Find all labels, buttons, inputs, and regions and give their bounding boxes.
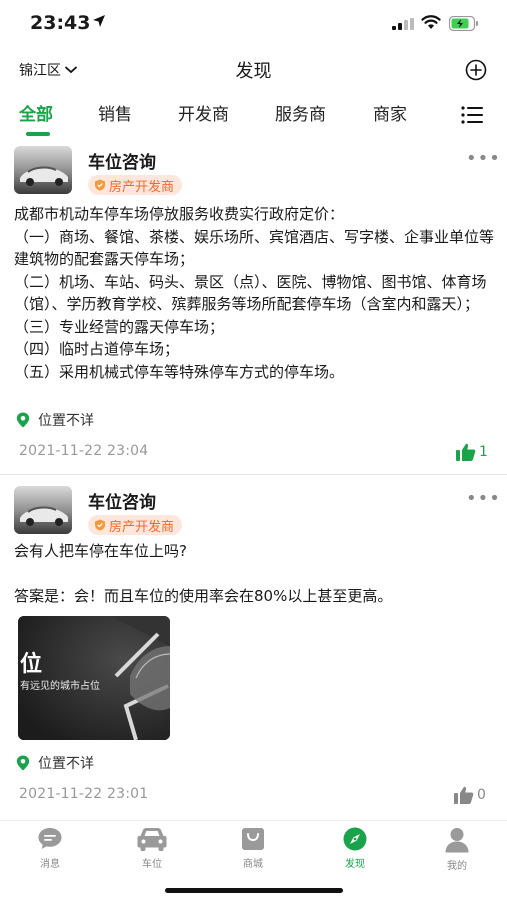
tab-merchant[interactable]: 商家	[373, 100, 407, 125]
category-tabs: 全部 销售 开发商 服务商 商家	[0, 96, 507, 140]
battery-icon	[449, 16, 478, 31]
shield-icon	[95, 519, 105, 531]
bottom-tab-mall[interactable]: 商城	[223, 827, 283, 870]
location-text: 位置不详	[38, 756, 94, 772]
status-time: 23:43	[30, 12, 91, 34]
list-menu-icon[interactable]	[461, 106, 483, 124]
shield-icon	[95, 179, 105, 191]
post-divider	[0, 474, 507, 475]
tab-all[interactable]: 全部	[19, 100, 53, 125]
post-timestamp: 2021-11-22 23:04	[19, 443, 149, 459]
wifi-icon	[421, 15, 441, 29]
bottom-tab-parking[interactable]: 车位	[122, 827, 182, 870]
page-title: 发现	[235, 61, 272, 82]
bottom-tab-label: 消息	[40, 859, 60, 870]
car-icon	[137, 828, 167, 851]
avatar[interactable]	[14, 486, 72, 534]
location-arrow-icon	[93, 15, 105, 27]
compass-icon	[343, 827, 367, 851]
author-name[interactable]: 车位咨询	[88, 148, 156, 173]
bottom-tab-label: 商城	[243, 859, 263, 870]
role-badge: 房产开发商	[88, 175, 183, 195]
message-icon	[38, 828, 62, 849]
post-content: 成都市机动车停车场停放服务收费实行政府定价： （一）商场、餐馆、茶楼、娱乐场所、…	[14, 205, 495, 381]
post-location: 位置不详	[16, 410, 94, 430]
shopping-bag-icon	[242, 828, 264, 850]
bottom-tab-messages[interactable]: 消息	[20, 827, 80, 870]
status-bar: 23:43	[0, 0, 507, 48]
tab-service-provider[interactable]: 服务商	[275, 100, 326, 125]
like-count: 1	[479, 444, 488, 460]
bottom-tab-label: 发现	[345, 859, 365, 870]
bottom-tab-label: 我的	[447, 861, 467, 872]
role-badge: 房产开发商	[88, 515, 183, 535]
image-caption-small: 有远见的城市占位	[20, 681, 100, 692]
location-pin-icon	[16, 755, 30, 771]
tab-sales[interactable]: 销售	[98, 100, 132, 125]
more-options-icon[interactable]: •••	[466, 488, 501, 509]
role-badge-label: 房产开发商	[109, 519, 175, 535]
post-content: 会有人把车停在车位上吗? 答案是：会！而且车位的使用率会在80%以上甚至更高。	[14, 542, 393, 605]
tab-developer[interactable]: 开发商	[178, 100, 229, 125]
home-indicator	[165, 888, 343, 893]
like-button[interactable]: 0	[454, 786, 486, 804]
thumbs-up-icon	[456, 443, 476, 461]
add-circle-icon[interactable]	[465, 59, 487, 81]
more-options-icon[interactable]: •••	[466, 148, 501, 169]
bottom-tab-discover[interactable]: 发现	[325, 827, 385, 870]
author-name[interactable]: 车位咨询	[88, 488, 156, 513]
nav-bar: 锦江区 发现	[0, 52, 507, 88]
role-badge-label: 房产开发商	[109, 179, 175, 195]
thumbs-up-icon	[454, 786, 474, 804]
post-timestamp: 2021-11-22 23:01	[19, 786, 149, 802]
like-button[interactable]: 1	[456, 443, 488, 461]
bottom-tab-profile[interactable]: 我的	[427, 827, 487, 872]
like-count: 0	[477, 787, 486, 803]
signal-icon	[392, 18, 414, 30]
user-icon	[445, 828, 469, 853]
active-tab-indicator	[26, 132, 50, 136]
post-image[interactable]: 位 有远见的城市占位	[18, 616, 170, 740]
location-pin-icon	[16, 412, 30, 428]
bottom-tab-label: 车位	[142, 859, 162, 870]
image-caption-large: 位	[20, 652, 43, 677]
location-text: 位置不详	[38, 413, 94, 429]
avatar[interactable]	[14, 146, 72, 194]
post-location: 位置不详	[16, 753, 94, 773]
